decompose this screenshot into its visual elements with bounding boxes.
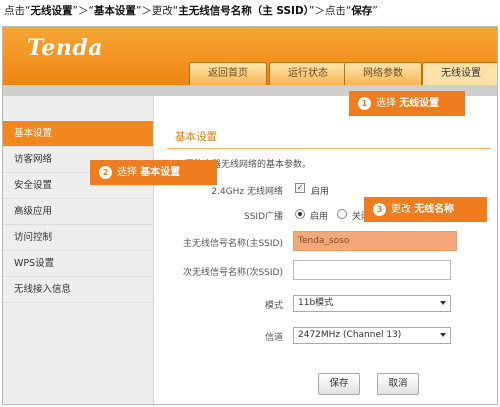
mode-select[interactable]: 11b模式 [293,295,451,312]
secondary-ssid-input[interactable] [293,260,451,280]
instruction-bold: 无线设置 [30,5,73,17]
header-bar: Tenda 返回首页 运行状态 网络参数 无线设置 [3,27,497,85]
cancel-button[interactable]: 取消 [377,373,419,395]
sidebar-item-clients[interactable]: 无线接入信息 [3,277,153,303]
callout-step-2: 2 选择 基本设置 [90,160,217,185]
tab-wireless[interactable]: 无线设置 [422,62,497,85]
band-enable-checkbox[interactable]: ✓ [295,183,305,193]
tab-home[interactable]: 返回首页 [189,62,267,85]
callout-bold: 无线设置 [399,98,440,109]
instruction-part: ” [372,5,378,17]
callout-step-1: 1 选择 无线设置 [349,91,465,116]
callout-text: 更改 [391,204,411,215]
channel-select-value: 2472MHz (Channel 13) [298,330,402,340]
callout-text: 选择 [117,167,137,178]
section-divider [167,148,491,149]
instruction-part: ”＞更改“ [135,5,179,17]
instruction-part: ”＞“ [72,5,94,17]
chevron-down-icon [440,333,446,337]
callout-step-3: 3 更改 无线名称 [364,197,487,222]
channel-select[interactable]: 2472MHz (Channel 13) [293,327,451,344]
sidebar: 基本设置 访客网络 安全设置 高级应用 访问控制 WPS设置 无线接入信息 [3,96,154,404]
ssid-broadcast-on-radio[interactable] [295,209,305,219]
main-content: 基本设置 置路由器无线网络的基本参数。 2.4GHz 无线网络 ✓ 启用 SSI… [155,96,497,404]
instruction-bold: 保存 [351,5,373,17]
primary-ssid-input[interactable]: Tenda_soso [293,231,457,251]
callout-bold: 基本设置 [140,167,181,178]
instruction-bold: 主无线信号名称（主 SSID） [178,5,309,17]
mode-label: 模式 [264,301,283,311]
instruction-part: ”＞点击“ [308,5,352,17]
instruction-text: 点击“无线设置”＞“基本设置”＞更改“主无线信号名称（主 SSID）”＞点击“保… [4,3,378,18]
callout-bold: 无线名称 [414,204,455,215]
ssid-broadcast-off-radio[interactable] [337,209,347,219]
instruction-bold: 基本设置 [93,5,136,17]
ssid-broadcast-label: SSID广播 [243,212,283,222]
band-label: 2.4GHz 无线网络 [211,187,283,197]
sidebar-item-wps[interactable]: WPS设置 [3,251,153,277]
mode-select-value: 11b模式 [298,298,334,308]
tab-network[interactable]: 网络参数 [344,62,422,85]
band-enable-label: 启用 [311,187,330,197]
primary-ssid-label: 主无线信号名称(主SSID) [182,239,283,249]
chevron-down-icon [440,301,446,305]
secondary-ssid-label: 次无线信号名称(次SSID) [182,268,283,278]
save-button[interactable]: 保存 [318,373,360,395]
callout-text: 选择 [376,98,396,109]
ssid-broadcast-on-label: 启用 [310,212,329,222]
channel-label: 信道 [264,333,283,343]
step-number-icon: 2 [99,165,112,179]
section-title: 基本设置 [175,131,217,143]
step-number-icon: 3 [373,202,386,216]
tab-status[interactable]: 运行状态 [269,62,347,85]
sidebar-item-advanced[interactable]: 高级应用 [3,199,153,225]
tenda-logo: Tenda [27,35,103,61]
sidebar-item-basic[interactable]: 基本设置 [3,121,153,147]
step-number-icon: 1 [358,96,371,110]
sidebar-item-access-control[interactable]: 访问控制 [3,225,153,251]
instruction-part: 点击“ [4,5,31,17]
